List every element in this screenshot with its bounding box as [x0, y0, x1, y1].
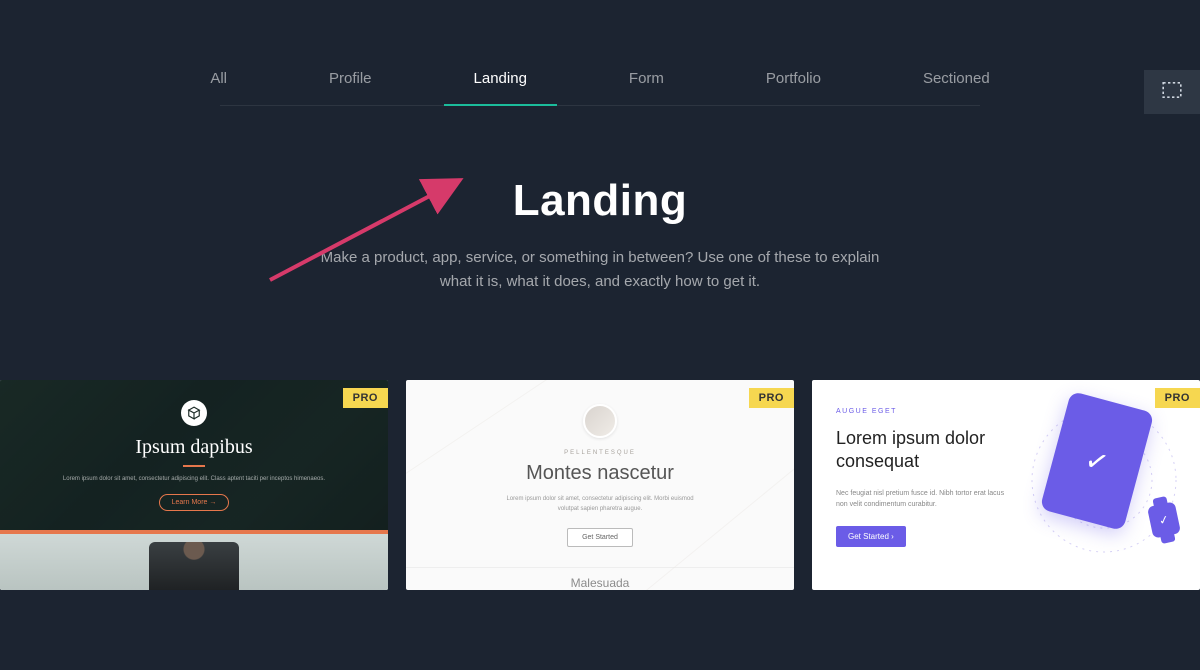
avatar [583, 404, 617, 438]
template-card[interactable]: PRO Ipsum dapibus Lorem ipsum dolor sit … [0, 380, 388, 590]
tab-all[interactable]: All [204, 70, 233, 105]
template-preview: Ipsum dapibus Lorem ipsum dolor sit amet… [0, 380, 388, 530]
tab-form[interactable]: Form [623, 70, 670, 105]
divider [183, 465, 205, 467]
template-eyebrow: AUGUE EGET [836, 408, 1006, 415]
selection-tool-button[interactable] [1144, 70, 1200, 114]
device-illustration-icon: ✓ ✓ [1014, 400, 1184, 560]
template-subtitle: Nec feugiat nisl pretium fusce id. Nibh … [836, 488, 1006, 510]
person-silhouette-icon [149, 542, 239, 590]
template-title: Ipsum dapibus [135, 436, 252, 459]
template-lower-image [0, 534, 388, 590]
tab-sectioned[interactable]: Sectioned [917, 70, 996, 105]
marquee-selection-icon [1162, 82, 1182, 103]
template-footer: Malesuada [406, 567, 794, 590]
pro-badge: PRO [749, 388, 794, 408]
check-icon: ✓ [1081, 442, 1112, 480]
tab-portfolio[interactable]: Portfolio [760, 70, 827, 105]
template-card[interactable]: PRO AUGUE EGET Lorem ipsum dolor consequ… [812, 380, 1200, 590]
page-title: Landing [0, 176, 1200, 226]
get-started-button: Get Started [567, 528, 633, 547]
get-started-button: Get Started › [836, 526, 906, 547]
template-title: Montes nascetur [526, 462, 674, 485]
template-subtitle: Lorem ipsum dolor sit amet, consectetur … [500, 495, 700, 514]
template-title: Lorem ipsum dolor consequat [836, 427, 1006, 474]
tab-profile[interactable]: Profile [323, 70, 378, 105]
template-grid: PRO Ipsum dapibus Lorem ipsum dolor sit … [0, 380, 1200, 590]
template-card[interactable]: PRO PELLENTESQUE Montes nascetur Lorem i… [406, 380, 794, 590]
pro-badge: PRO [1155, 388, 1200, 408]
category-tabs: All Profile Landing Form Portfolio Secti… [220, 70, 980, 106]
pro-badge: PRO [343, 388, 388, 408]
tab-landing[interactable]: Landing [468, 70, 533, 105]
template-subtitle: Lorem ipsum dolor sit amet, consectetur … [63, 475, 325, 484]
learn-more-button: Learn More → [159, 494, 230, 511]
hero: Landing Make a product, app, service, or… [0, 176, 1200, 294]
template-preview: AUGUE EGET Lorem ipsum dolor consequat N… [836, 408, 1006, 590]
cube-logo-icon [181, 400, 207, 426]
page-description: Make a product, app, service, or somethi… [320, 246, 880, 294]
template-eyebrow: PELLENTESQUE [564, 450, 636, 456]
check-icon: ✓ [1158, 512, 1171, 528]
